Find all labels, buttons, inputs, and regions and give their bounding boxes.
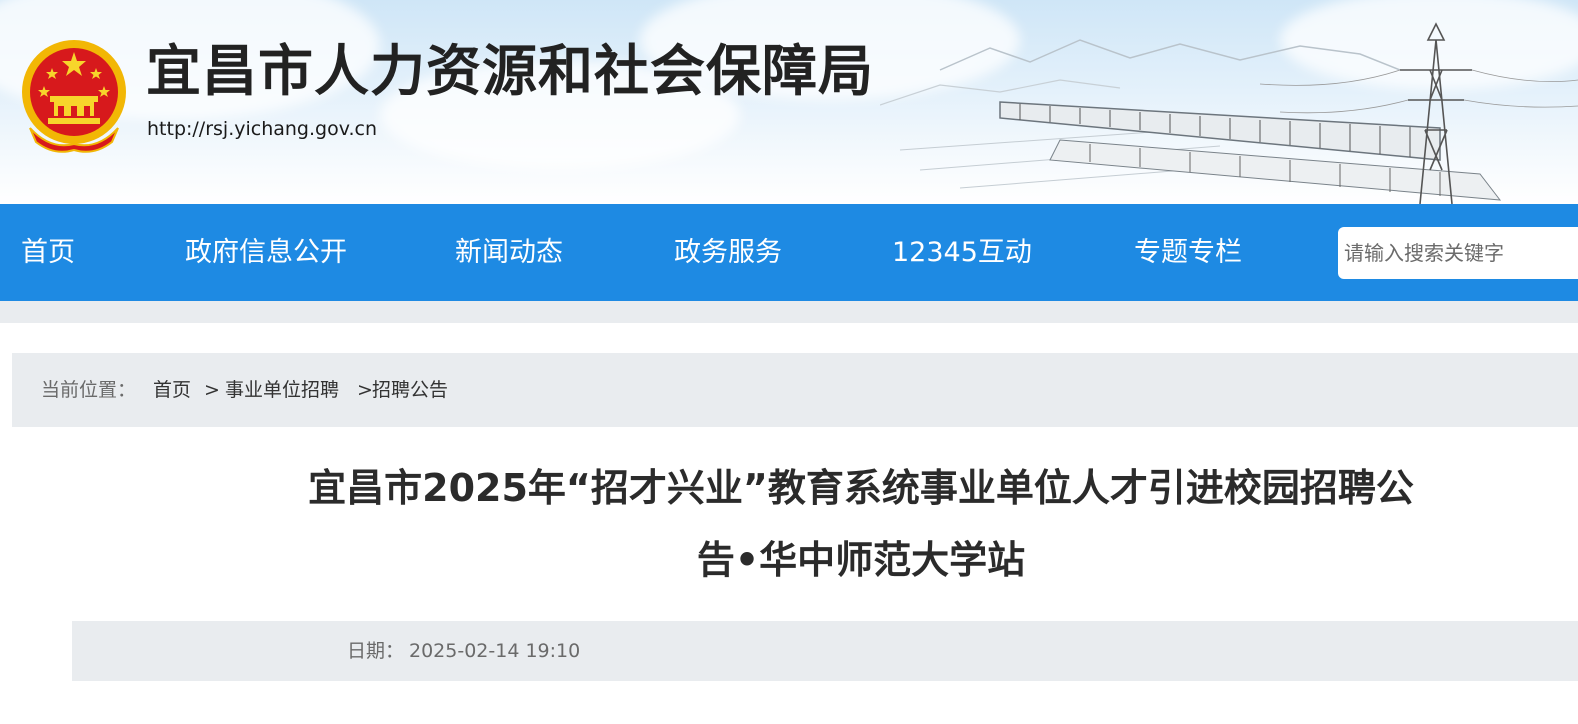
article-title: 宜昌市2025年“招才兴业”教育系统事业单位人才引进校园招聘公 告•华中师范大学… <box>236 452 1486 596</box>
dam-scenery-illustration <box>880 22 1578 204</box>
breadcrumb-separator: > <box>204 379 220 401</box>
article-meta: 日期： 2025-02-14 19:10 <box>72 621 1578 681</box>
breadcrumb: 当前位置： 首页 > 事业单位招聘 > 招聘公告 <box>12 353 1578 427</box>
site-url: http://rsj.yichang.gov.cn <box>147 118 378 140</box>
site-title: 宜昌市人力资源和社会保障局 <box>146 39 875 103</box>
breadcrumb-label: 当前位置： <box>41 379 137 401</box>
search-input[interactable] <box>1338 227 1578 279</box>
nav-item-news[interactable]: 新闻动态 <box>455 204 563 301</box>
nav-item-home[interactable]: 首页 <box>21 204 75 301</box>
breadcrumb-link-announcements[interactable]: 招聘公告 <box>372 353 448 427</box>
nav-item-services[interactable]: 政务服务 <box>674 204 782 301</box>
article-title-line: 告•华中师范大学站 <box>696 538 1026 582</box>
nav-item-topics[interactable]: 专题专栏 <box>1134 204 1242 301</box>
nav-item-12345[interactable]: 12345互动 <box>892 204 1032 301</box>
breadcrumb-separator: > <box>357 379 373 401</box>
breadcrumb-link-recruitment[interactable]: 事业单位招聘 <box>225 353 339 427</box>
breadcrumb-link-home[interactable]: 首页 <box>153 353 191 427</box>
date-label: 日期： <box>347 640 405 662</box>
divider-strip <box>0 301 1578 323</box>
article-title-line: 宜昌市2025年“招才兴业”教育系统事业单位人才引进校园招聘公 <box>308 466 1414 510</box>
nav-item-gov-info[interactable]: 政府信息公开 <box>185 204 347 301</box>
national-emblem-icon <box>22 40 126 153</box>
main-nav: 首页 政府信息公开 新闻动态 政务服务 12345互动 专题专栏 <box>0 204 1578 301</box>
site-header-banner: 宜昌市人力资源和社会保障局 http://rsj.yichang.gov.cn … <box>0 0 1578 204</box>
date-value: 2025-02-14 19:10 <box>409 640 581 662</box>
